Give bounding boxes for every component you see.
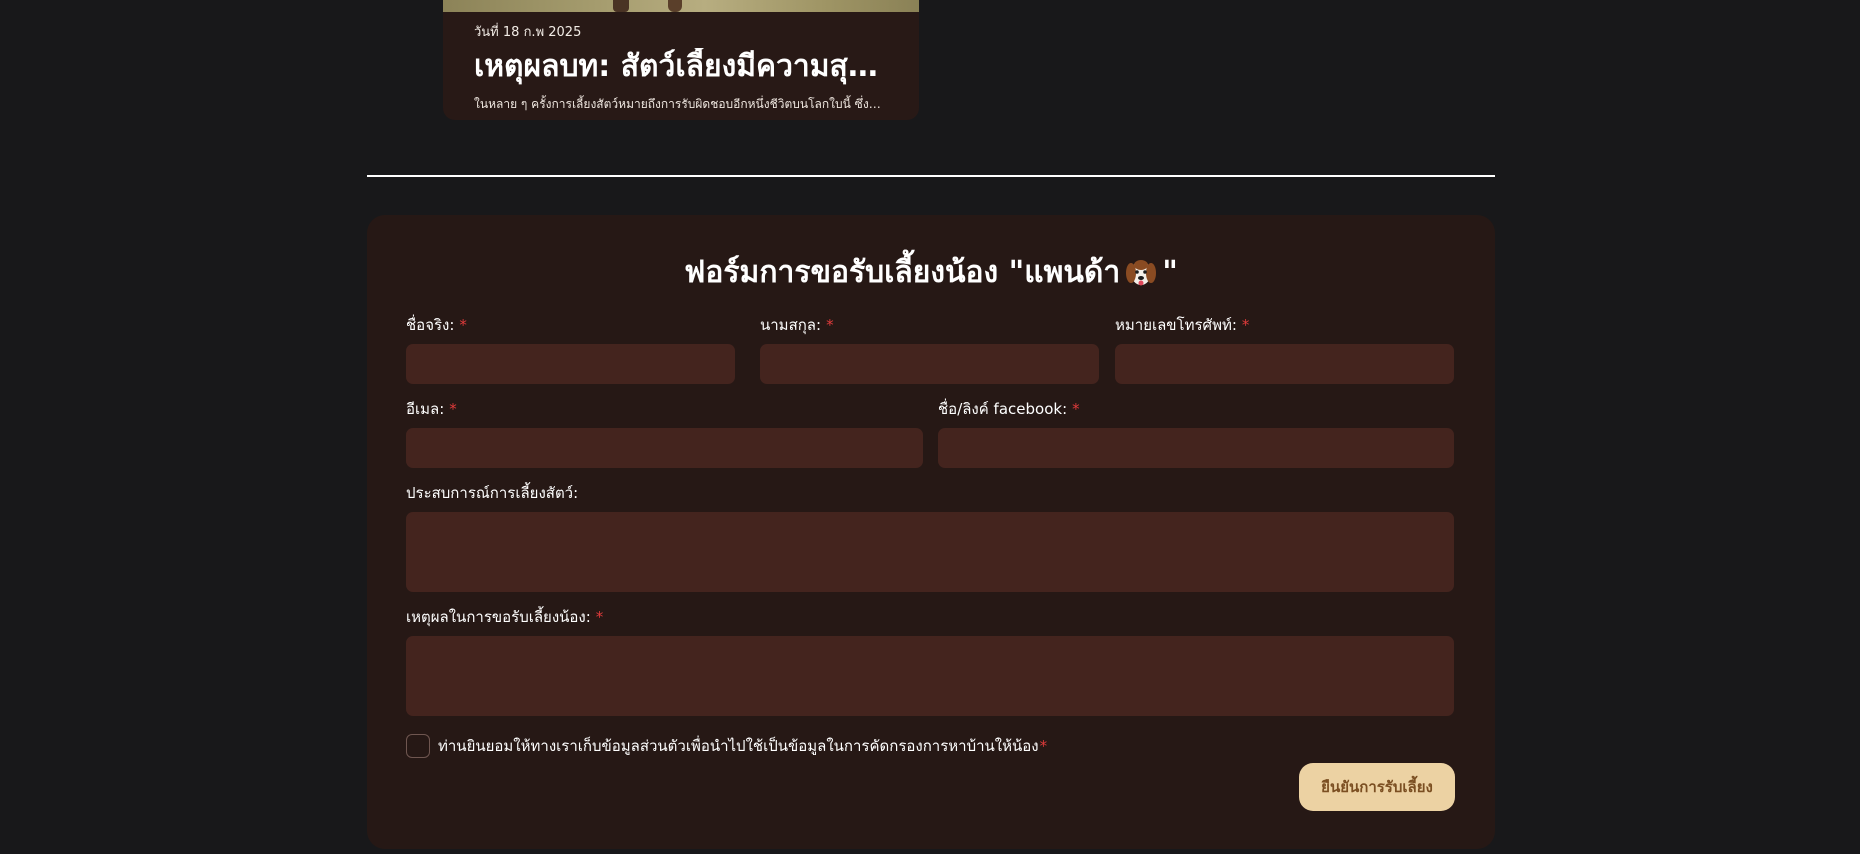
blog-card-title[interactable]: เหตุผลบท: สัตว์เลี้ยงมีความสุข ... [474, 48, 889, 86]
email-field: อีเมล: * [406, 399, 923, 468]
required-marker: * [826, 316, 834, 334]
experience-textarea[interactable] [406, 512, 1454, 592]
email-label: อีเมล: * [406, 400, 457, 418]
form-title-quote: " [1162, 255, 1178, 290]
phone-field: หมายเลขโทรศัพท์: * [1115, 315, 1454, 384]
facebook-label: ชื่อ/ลิงค์ facebook: * [938, 400, 1080, 418]
required-marker: * [449, 400, 457, 418]
first-name-input[interactable] [406, 344, 735, 384]
reason-label: เหตุผลในการขอรับเลี้ยงน้อง: * [406, 608, 604, 626]
last-name-label: นามสกุล: * [760, 316, 834, 334]
required-marker: * [459, 316, 467, 334]
adoption-form: ฟอร์มการขอรับเลี้ยงน้อง "แพนด้า " ชื่อจร… [367, 215, 1495, 849]
last-name-input[interactable] [760, 344, 1099, 384]
experience-field: ประสบการณ์การเลี้ยงสัตว์: [406, 483, 1454, 592]
facebook-input[interactable] [938, 428, 1454, 468]
first-name-label: ชื่อจริง: * [406, 316, 467, 334]
blog-card-body: วันที่ 18 ก.พ 2025 เหตุผลบท: สัตว์เลี้ยง… [474, 21, 889, 114]
consent-checkbox[interactable] [406, 734, 430, 758]
email-input[interactable] [406, 428, 923, 468]
facebook-field: ชื่อ/ลิงค์ facebook: * [938, 399, 1454, 468]
experience-label: ประสบการณ์การเลี้ยงสัตว์: [406, 484, 579, 502]
phone-input[interactable] [1115, 344, 1454, 384]
confirm-adoption-button[interactable]: ยืนยันการรับเลี้ยง [1299, 763, 1455, 811]
form-title: ฟอร์มการขอรับเลี้ยงน้อง "แพนด้า " [367, 249, 1495, 296]
required-marker: * [1241, 316, 1250, 334]
blog-card[interactable]: วันที่ 18 ก.พ 2025 เหตุผลบท: สัตว์เลี้ยง… [443, 0, 919, 120]
dog-emoji-icon [1126, 259, 1157, 285]
blog-card-image [443, 0, 919, 12]
section-divider [367, 175, 1495, 177]
required-marker: * [595, 608, 604, 626]
reason-field: เหตุผลในการขอรับเลี้ยงน้อง: * [406, 607, 1454, 716]
form-title-text: ฟอร์มการขอรับเลี้ยงน้อง "แพนด้า [684, 255, 1121, 290]
first-name-field: ชื่อจริง: * [406, 315, 735, 384]
reason-textarea[interactable] [406, 636, 1454, 716]
consent-row[interactable]: ท่านยินยอมให้ทางเราเก็บข้อมูลส่วนตัวเพื่… [406, 734, 1047, 758]
last-name-field: นามสกุล: * [760, 315, 1099, 384]
phone-label: หมายเลขโทรศัพท์: * [1115, 316, 1250, 334]
consent-label: ท่านยินยอมให้ทางเราเก็บข้อมูลส่วนตัวเพื่… [438, 737, 1048, 755]
required-marker: * [1039, 737, 1048, 755]
required-marker: * [1072, 400, 1080, 418]
blog-card-excerpt: ในหลาย ๆ ครั้งการเลี้ยงสัตว์หมายถึงการรั… [474, 97, 889, 111]
page: วันที่ 18 ก.พ 2025 เหตุผลบท: สัตว์เลี้ยง… [0, 0, 1860, 854]
blog-card-date: วันที่ 18 ก.พ 2025 [474, 25, 582, 40]
